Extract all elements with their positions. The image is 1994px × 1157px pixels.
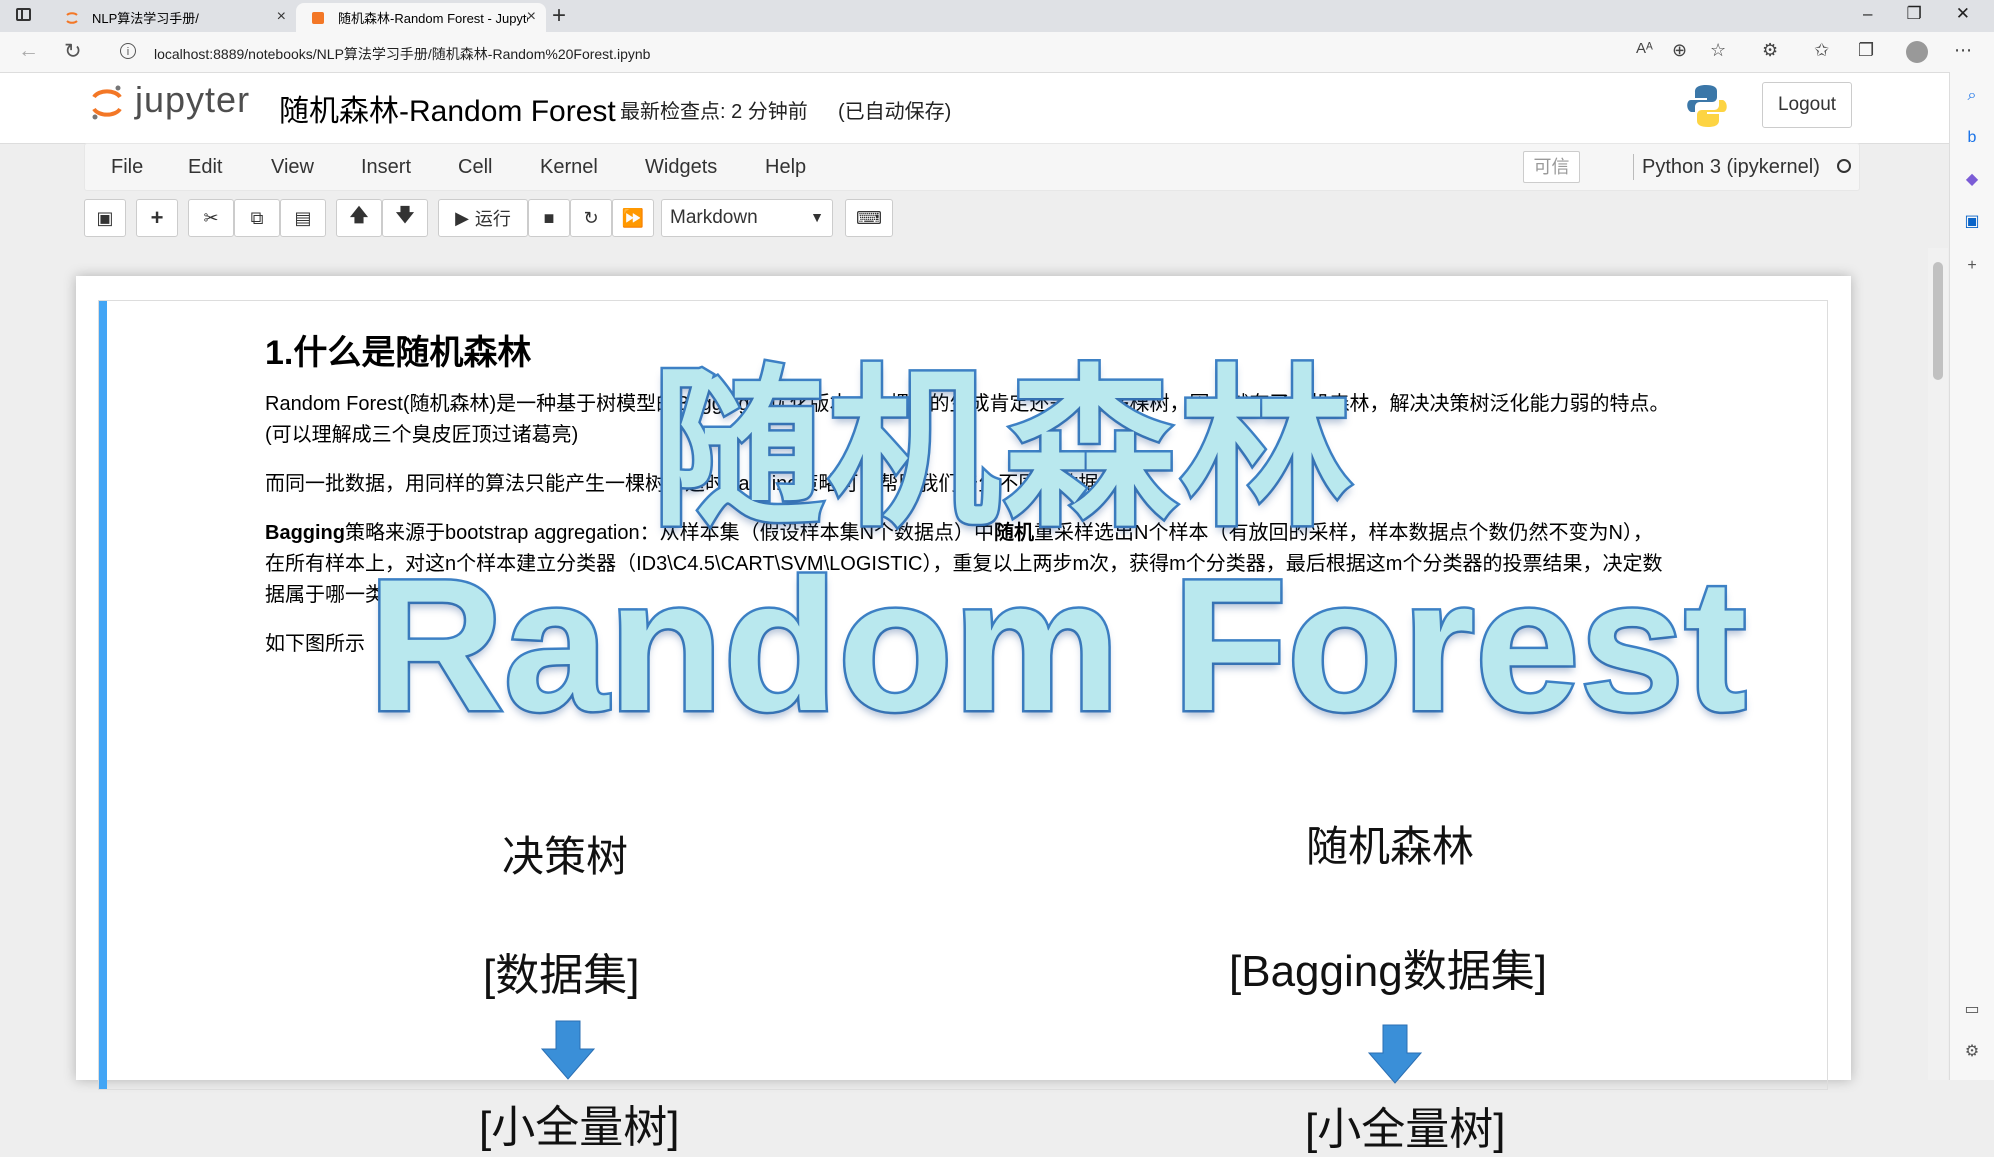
url-field[interactable]: localhost:8889/notebooks/NLP算法学习手册/随机森林-… [154,44,650,64]
cell-type-value: Markdown [670,207,758,228]
down-arrow-icon [1367,1024,1423,1084]
bing-icon[interactable]: b [1962,128,1982,148]
menu-help[interactable]: Help [765,156,806,179]
stop-icon: ■ [543,207,555,228]
kernel-divider [1633,154,1634,180]
move-down-button[interactable]: 🡇 [382,199,428,237]
menu-insert[interactable]: Insert [361,156,411,179]
random-forest-title: 随机森林 [1306,823,1475,870]
jupyter-logo-icon[interactable] [90,83,124,123]
jupyter-favicon-icon [66,11,78,24]
full-tree-label-right: [小全量树] [1305,1105,1506,1154]
more-menu-icon[interactable]: ⋯ [1954,40,1972,61]
restart-button[interactable]: ↻ [570,199,612,237]
down-arrow-icon [540,1020,596,1080]
menu-widgets[interactable]: Widgets [645,156,717,179]
chevron-down-icon: ▼ [810,209,824,225]
run-button[interactable]: ▶ 运行 [438,199,528,237]
notebook-favicon-icon [312,11,324,24]
interrupt-button[interactable]: ■ [528,199,570,237]
move-up-button[interactable]: 🡅 [336,199,382,237]
tab-close-icon[interactable]: × [527,8,536,26]
scissors-icon: ✂ [203,207,219,228]
command-palette-button[interactable]: ⌨ [845,199,893,237]
edge-sidebar: ⌕ b ◆ ▣ + ▭ ⚙ [1949,72,1994,1080]
minimize-icon[interactable]: – [1863,4,1872,24]
jupyter-logo-text[interactable]: jupyter [135,79,250,121]
logout-button[interactable]: Logout [1762,82,1852,128]
menu-edit[interactable]: Edit [188,156,222,179]
overlay-title-chinese: 随机森林 [650,353,1356,548]
menu-kernel[interactable]: Kernel [540,156,598,179]
checkpoint-status: 最新检查点: 2 分钟前 [620,101,808,123]
reload-icon[interactable]: ↻ [64,39,82,64]
search-icon[interactable]: ⌕ [1962,86,1982,106]
copy-icon: ⧉ [250,207,264,228]
window-controls: – ❐ ✕ [1863,4,1970,24]
copilot-icon[interactable]: ◆ [1962,170,1982,190]
jupyter-header: jupyter 随机森林-Random Forest 最新检查点: 2 分钟前 … [0,73,1949,144]
scrollbar-thumb[interactable] [1933,262,1943,380]
tab-title: 随机森林-Random Forest - Jupyter [338,11,528,26]
copy-button[interactable]: ⧉ [234,199,280,237]
arrow-up-icon: 🡅 [349,205,369,225]
favorite-star-icon[interactable]: ☆ [1710,40,1726,61]
fast-forward-icon: ⏩ [621,207,645,228]
restart-icon: ↻ [583,207,599,228]
tab-title: NLP算法学习手册/ [92,11,199,26]
close-window-icon[interactable]: ✕ [1956,4,1970,24]
kernel-idle-icon [1837,159,1851,173]
arrow-down-icon: 🡇 [395,205,415,225]
tab-actions-icon[interactable] [16,8,31,21]
paste-button[interactable]: ▤ [280,199,326,237]
read-aloud-icon[interactable]: Aᴬ [1636,40,1653,57]
favorites-list-icon[interactable]: ✩ [1814,40,1829,61]
keyboard-icon: ⌨ [856,207,882,228]
notebook-scrollbar[interactable] [1928,248,1948,1080]
full-tree-label: [小全量树] [479,1103,680,1152]
site-info-icon[interactable]: i [120,43,136,59]
menu-view[interactable]: View [271,156,314,179]
zoom-icon[interactable]: ⊕ [1672,40,1687,61]
outlook-icon[interactable]: ▣ [1962,212,1982,232]
notebook-menubar: File Edit View Insert Cell Kernel Widget… [84,143,1860,191]
hide-sidebar-icon[interactable]: ▭ [1962,1000,1982,1020]
plus-icon: + [150,205,164,230]
add-sidebar-app-icon[interactable]: + [1962,256,1982,276]
browser-tab-random-forest[interactable]: 随机森林-Random Forest - Jupyter × [296,3,546,32]
kernel-name[interactable]: Python 3 (ipykernel) [1642,156,1820,179]
browser-tab-bar: NLP算法学习手册/ × 随机森林-Random Forest - Jupyte… [0,0,1994,32]
save-icon: ▣ [96,207,114,228]
collections-icon[interactable]: ❐ [1858,40,1874,61]
trusted-indicator[interactable]: 可信 [1523,151,1580,183]
tab-close-icon[interactable]: × [277,8,286,26]
run-label: 运行 [474,209,511,229]
cut-button[interactable]: ✂ [188,199,234,237]
python-logo-icon [1687,85,1727,127]
restore-icon[interactable]: ❐ [1907,4,1922,24]
paste-icon: ▤ [294,207,312,228]
play-icon: ▶ [455,207,469,228]
overlay-title-english: Random Forest [366,540,1750,750]
cell-type-select[interactable]: Markdown ▼ [661,199,833,237]
menu-cell[interactable]: Cell [458,156,492,179]
dataset-label: [数据集] [483,951,640,1000]
address-bar: ← ↻ i localhost:8889/notebooks/NLP算法学习手册… [0,32,1994,73]
decision-tree-title: 决策树 [502,833,629,880]
browser-tab-nlp-handbook[interactable]: NLP算法学习手册/ × [50,3,296,32]
extensions-icon[interactable]: ⚙ [1762,40,1778,61]
save-button[interactable]: ▣ [84,199,126,237]
bagging-dataset-label: [Bagging数据集] [1229,947,1547,996]
autosave-status: (已自动保存) [838,101,952,123]
back-arrow-icon[interactable]: ← [18,39,39,63]
new-tab-button[interactable]: + [552,2,566,30]
notebook-title[interactable]: 随机森林-Random Forest [279,86,616,130]
sidebar-settings-icon[interactable]: ⚙ [1962,1042,1982,1062]
menu-file[interactable]: File [111,156,143,179]
restart-run-all-button[interactable]: ⏩ [612,199,654,237]
profile-avatar[interactable] [1906,41,1928,63]
insert-cell-button[interactable]: + [136,199,178,237]
